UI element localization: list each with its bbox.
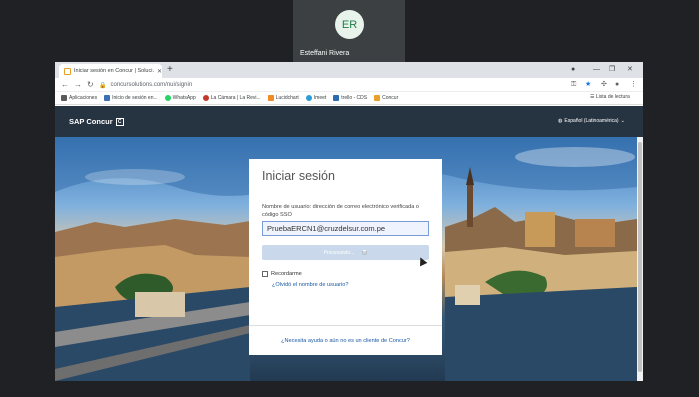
language-selector[interactable]: ◍ Español (Latinoamérica) ⌄ [558, 118, 625, 124]
menu-icon[interactable]: ⋮ [630, 79, 637, 91]
address-bar[interactable]: 🔒 concursolutions.com/nui/signin [99, 80, 569, 90]
forgot-username-link[interactable]: ¿Olvidó el nombre de usuario? [272, 282, 349, 288]
remember-me[interactable]: Recordarme [262, 271, 302, 277]
bookmark-icon [104, 95, 111, 101]
bookmark-whatsapp[interactable]: WhatsApp [164, 95, 196, 101]
concur-icon [374, 95, 381, 101]
imeet-icon [305, 95, 312, 101]
concur-header [55, 106, 643, 137]
close-tab-icon[interactable]: ✕ [157, 68, 162, 75]
participant-name: Esteffani Rivera [300, 50, 350, 57]
scrollbar-thumb[interactable] [638, 142, 642, 372]
bookmark-trello[interactable]: trello - CDS [333, 95, 367, 101]
trello-icon [333, 95, 340, 101]
globe-icon: ◍ [558, 118, 563, 124]
apps-grid-icon [61, 95, 67, 101]
bookmark-aplicaciones[interactable]: Aplicaciones [61, 95, 97, 101]
star-icon[interactable]: ★ [585, 79, 591, 91]
new-tab-button[interactable]: + [167, 65, 173, 75]
key-icon[interactable]: ⚿ [571, 79, 576, 91]
concur-logo-icon: C [115, 117, 124, 126]
browser-window: Iniciar sesión en Concur | Soluci... ✕ +… [55, 62, 643, 381]
reading-list-button[interactable]: ☰ Lista de lectura [590, 94, 630, 100]
maximize-button[interactable]: ❐ [609, 65, 615, 74]
bookmark-imeet[interactable]: Imeet [305, 95, 326, 101]
reload-icon[interactable]: ↻ [87, 79, 94, 91]
whatsapp-icon [164, 95, 171, 101]
concur-favicon-icon [64, 67, 71, 75]
lucidchart-icon [267, 95, 274, 101]
la-camara-icon [202, 95, 209, 101]
minimize-button[interactable]: — [593, 65, 600, 74]
signin-title: Iniciar sesión [262, 169, 335, 183]
help-link[interactable]: ¿Necesita ayuda o aún no es un cliente d… [281, 338, 410, 344]
next-button-label: Procesando... [323, 249, 355, 256]
record-icon[interactable]: ● [571, 65, 575, 74]
username-input[interactable]: PruebaERCN1@cruzdelsur.com.pe [262, 221, 429, 236]
bookmark-lucidchart[interactable]: Lucidchart [267, 95, 299, 101]
bookmark-la-camara[interactable]: La Cámara | La Revi... [202, 95, 261, 101]
bookmarks-bar: Aplicaciones Inicio de sesión en... What… [55, 92, 643, 105]
page-content: SAP Concur C ◍ Español (Latinoamérica) ⌄ [55, 106, 643, 381]
close-window-button[interactable]: ✕ [627, 65, 633, 74]
tab-concur-signin[interactable]: Iniciar sesión en Concur | Soluci... ✕ [59, 64, 162, 78]
card-footer: ¿Necesita ayuda o aún no es un cliente d… [249, 325, 442, 355]
remember-me-checkbox[interactable] [262, 271, 268, 277]
spinner-icon [362, 250, 368, 255]
bookmark-inicio-sesion[interactable]: Inicio de sesión en... [104, 95, 158, 101]
back-icon[interactable]: ← [61, 79, 69, 91]
sap-concur-logo: SAP Concur C [69, 117, 124, 126]
chevron-down-icon: ⌄ [620, 118, 625, 124]
forward-icon[interactable]: → [74, 79, 82, 91]
bookmark-concur[interactable]: Concur [374, 95, 398, 101]
tab-title: Iniciar sesión en Concur | Soluci... [74, 68, 154, 74]
url-text: concursolutions.com/nui/signin [110, 82, 193, 88]
profile-icon[interactable]: ● [615, 79, 619, 91]
participant-avatar: ER [335, 10, 364, 39]
next-button[interactable]: Procesando... [262, 245, 429, 260]
lock-icon: 🔒 [99, 82, 107, 89]
signin-card: Iniciar sesión Nombre de usuario: direcc… [249, 159, 442, 355]
remember-me-label: Recordarme [271, 271, 302, 277]
username-label: Nombre de usuario: dirección de correo e… [262, 204, 420, 218]
extensions-icon[interactable]: ✣ [601, 79, 607, 91]
